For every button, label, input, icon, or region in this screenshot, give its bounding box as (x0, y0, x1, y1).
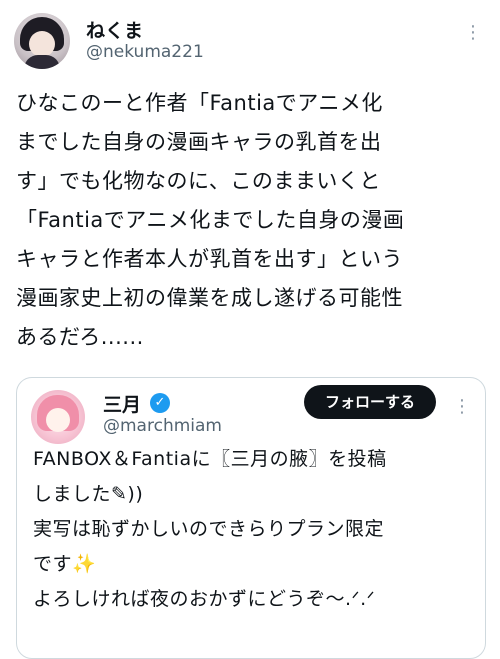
quoted-tweet-card[interactable]: 三月 ✓ @marchmiam フォローする ⋮ FANBOX＆Fantiaに〖… (16, 377, 486, 659)
verified-badge-icon: ✓ (150, 393, 170, 413)
follow-button[interactable]: フォローする (304, 385, 436, 419)
tweet-line: 「Fantiaでアニメ化までした自身の漫画 (16, 208, 405, 232)
quoted-line: しました✎)) (33, 483, 144, 505)
quoted-line: です✨ (33, 553, 97, 575)
avatar-face (46, 408, 70, 432)
tweet-line: までした自身の漫画キャラの乳首を出 (16, 130, 382, 154)
quoted-author-name[interactable]: 三月 (103, 390, 141, 417)
tweet-line: 漫画家史上初の偉業を成し遂げる可能性 (16, 286, 403, 310)
quoted-tweet-text: FANBOX＆Fantiaに〖三月の腋〗を投稿 しました✎)) 実写は恥ずかしい… (33, 442, 473, 617)
quoted-author-handle[interactable]: @marchmiam (103, 416, 222, 436)
quoted-line: 実写は恥ずかしいのできらりプラン限定 (33, 518, 385, 540)
avatar-face (29, 31, 55, 57)
quoted-author-avatar[interactable] (31, 390, 85, 444)
author-avatar[interactable] (14, 13, 70, 69)
tweet-line: キャラと作者本人が乳首を出す」という (16, 247, 403, 271)
quoted-line: FANBOX＆Fantiaに〖三月の腋〗を投稿 (33, 448, 387, 470)
tweet-text: ひなこのーと作者「Fantiaでアニメ化 までした自身の漫画キャラの乳首を出 す… (16, 84, 486, 357)
tweet-line: あるだろ...... (16, 325, 144, 349)
author-handle[interactable]: @nekuma221 (86, 42, 204, 62)
quoted-line: よろしければ夜のおかずにどうぞ〜.ᐟ.ᐟ (33, 588, 376, 610)
avatar-body (24, 55, 60, 69)
quoted-more-options-icon[interactable]: ⋮ (453, 396, 471, 417)
tweet-line: す」でも化物なのに、このままいくと (16, 169, 381, 193)
tweet-line: ひなこのーと作者「Fantiaでアニメ化 (16, 91, 383, 115)
more-options-icon[interactable]: ⋮ (464, 24, 482, 42)
author-name[interactable]: ねくま (86, 16, 143, 43)
